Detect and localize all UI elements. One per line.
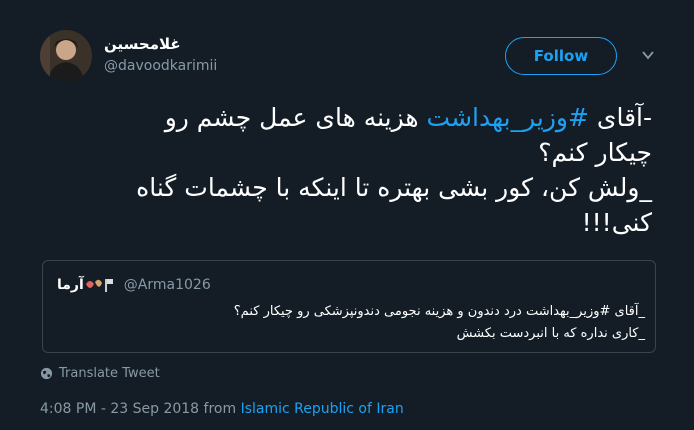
quoted-tweet[interactable]: آرما @Arma1026 _آقای #وزیر_بهداشت درد دن… xyxy=(42,260,656,353)
chevron-down-icon[interactable] xyxy=(641,48,655,62)
quoted-tweet-text: _آقای #وزیر_بهداشت درد دندون و هزینه نجو… xyxy=(234,301,645,345)
avatar[interactable] xyxy=(40,30,92,82)
globe-icon xyxy=(40,367,53,380)
tweet-line-4: کنی!!! xyxy=(581,208,652,237)
quoted-tweet-header: آرما @Arma1026 xyxy=(57,276,211,294)
quoted-line-1: _آقای #وزیر_بهداشت درد دندون و هزینه نجو… xyxy=(233,304,645,319)
follow-button[interactable]: Follow xyxy=(505,37,617,75)
quoted-line-2: _کاری نداره که با انبردست بکشش xyxy=(456,326,645,341)
translate-label: Translate Tweet xyxy=(59,366,160,381)
translate-tweet-link[interactable]: Translate Tweet xyxy=(40,366,160,381)
tweet-line-3: _ولش کن، کور بشی بهتره تا اینکه با چشمات… xyxy=(136,173,652,202)
quoted-handle: @Arma1026 xyxy=(123,277,211,293)
author-handle[interactable]: @davoodkarimii xyxy=(104,58,217,74)
hashtag-link[interactable]: #وزیر_بهداشت xyxy=(427,103,589,132)
location-link[interactable]: Islamic Republic of Iran xyxy=(241,401,404,417)
emoji-icon xyxy=(85,279,113,292)
tweet-metadata: 4:08 PM - 23 Sep 2018 from Islamic Repub… xyxy=(40,401,404,417)
tweet-line-2: چیکار کنم؟ xyxy=(538,138,652,167)
tweet-line-1-prefix: -آقای xyxy=(588,103,652,132)
author-display-name[interactable]: غلامحسین xyxy=(104,35,181,53)
tweet-text: -آقای #وزیر_بهداشت هزینه های عمل چشم رو … xyxy=(42,100,652,240)
tweet-line-1: -آقای #وزیر_بهداشت هزینه های عمل چشم رو xyxy=(42,100,652,135)
timestamp[interactable]: 4:08 PM - 23 Sep 2018 from xyxy=(40,401,241,417)
quoted-display-name: آرما xyxy=(57,277,84,293)
tweet-line-1-suffix: هزینه های عمل چشم رو xyxy=(164,103,427,132)
